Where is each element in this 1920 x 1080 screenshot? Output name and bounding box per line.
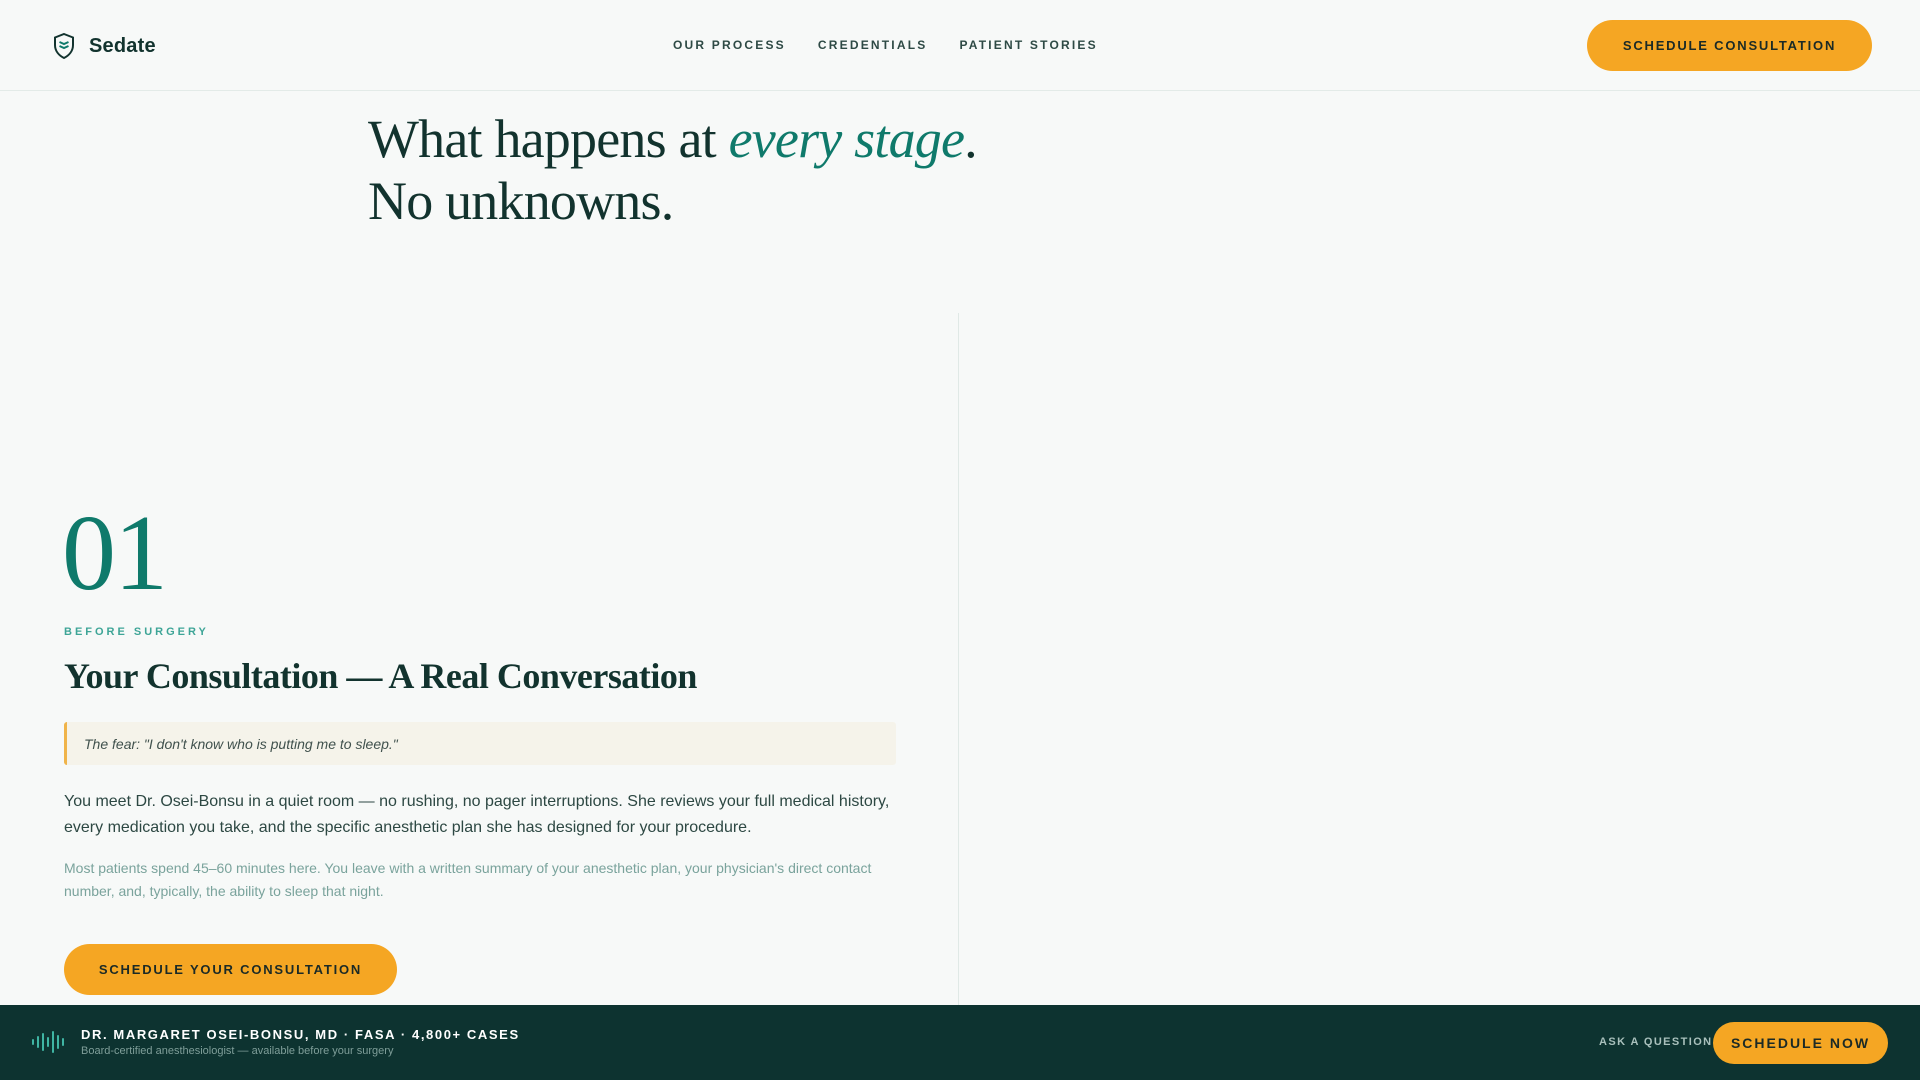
hero-heading: What happens at every stage. No unknowns… — [368, 108, 978, 232]
stage-body-text: You meet Dr. Osei-Bonsu in a quiet room … — [64, 793, 890, 836]
brand[interactable]: Sedate — [53, 30, 156, 62]
schedule-your-consultation-button[interactable]: Schedule Your Consultation — [64, 944, 397, 995]
hero-line-1: What happens at every stage. — [368, 109, 978, 169]
schedule-consultation-button[interactable]: Schedule Consultation — [1587, 20, 1872, 71]
hero-emphasis: every stage — [728, 109, 965, 169]
stage-note-text: Most patients spend 45–60 minutes here. … — [64, 860, 872, 899]
sound-wave-icon — [32, 1031, 64, 1053]
doctor-subtitle: Board-certified anesthesiologist — avail… — [81, 1045, 394, 1057]
shield-icon — [54, 33, 74, 59]
stage-number: 01 — [62, 494, 168, 613]
brand-name: Sedate — [89, 34, 156, 57]
nav-item-credentials[interactable]: Credentials — [818, 38, 928, 52]
nav-item-our-process[interactable]: Our Process — [673, 38, 786, 52]
hero-line-1-prefix: What happens at — [368, 109, 729, 169]
fear-quote: The fear: "I don't know who is putting m… — [64, 722, 896, 765]
nav-item-patient-stories[interactable]: Patient Stories — [959, 38, 1097, 52]
hero-line-2: No unknowns. — [368, 171, 674, 231]
ask-question-link[interactable]: Ask a Question — [1599, 1036, 1713, 1048]
doctor-name: Dr. Margaret Osei-Bonsu, MD · FASA · 4,8… — [81, 1027, 520, 1042]
column-divider — [958, 313, 959, 1005]
stage-eyebrow: Before Surgery — [64, 626, 209, 638]
stage-title: Your Consultation — A Real Conversation — [64, 656, 697, 696]
schedule-now-button[interactable]: Schedule Now — [1713, 1022, 1888, 1064]
main-nav: Our Process Credentials Patient Stories — [673, 38, 1098, 52]
hero-line-1-suffix: . — [964, 109, 977, 169]
site-header: Sedate Our Process Credentials Patient S… — [0, 0, 1920, 91]
